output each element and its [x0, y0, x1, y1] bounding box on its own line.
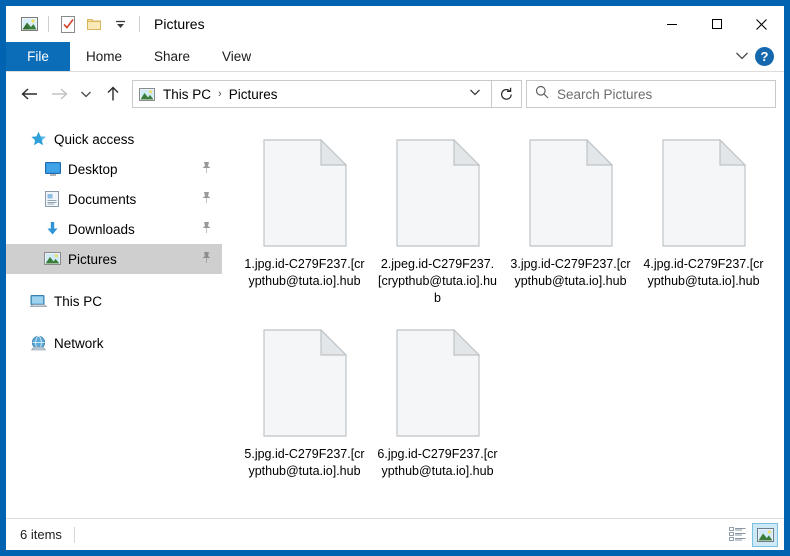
file-name-label: 4.jpg.id-C279F237.[crypthub@tuta.io].hub — [643, 257, 764, 288]
status-separator — [73, 526, 75, 543]
minimize-button[interactable] — [649, 6, 694, 42]
search-input[interactable] — [557, 86, 767, 102]
generic-file-icon — [523, 134, 619, 252]
breadcrumb-pictures-icon — [139, 87, 155, 101]
sidebar-label-documents: Documents — [68, 191, 137, 207]
pin-icon-documents[interactable] — [200, 191, 212, 207]
breadcrumb-pictures[interactable]: Pictures — [226, 87, 281, 102]
help-icon[interactable]: ? — [755, 47, 774, 66]
file-name-label: 1.jpg.id-C279F237.[crypthub@tuta.io].hub — [244, 257, 365, 288]
pin-icon-downloads[interactable] — [200, 221, 212, 237]
file-list-pane[interactable]: 1.jpg.id-C279F237.[crypthub@tuta.io].hub… — [222, 116, 784, 518]
pin-icon-pictures[interactable] — [200, 251, 212, 267]
back-button[interactable] — [14, 79, 44, 109]
generic-file-icon — [390, 134, 486, 252]
close-button[interactable] — [739, 6, 784, 42]
sidebar-item-this-pc[interactable]: This PC — [6, 286, 222, 316]
sidebar-label-downloads: Downloads — [68, 221, 135, 237]
address-bar: This PC › Pictures — [6, 72, 784, 116]
generic-file-icon — [656, 134, 752, 252]
sidebar-item-desktop[interactable]: Desktop — [6, 154, 222, 184]
quick-access-toolbar — [6, 11, 146, 37]
file-name-label: 5.jpg.id-C279F237.[crypthub@tuta.io].hub — [244, 447, 365, 478]
window-title: Pictures — [154, 16, 205, 32]
window-inner: PC risk.com — [6, 6, 784, 550]
file-explorer-window: PC risk.com — [0, 0, 790, 556]
file-item[interactable]: 1.jpg.id-C279F237.[crypthub@tuta.io].hub — [238, 128, 371, 318]
sidebar-item-network[interactable]: Network — [6, 328, 222, 358]
properties-icon[interactable] — [55, 11, 81, 37]
explorer-body: Quick access Desktop Documents Downloads… — [6, 116, 784, 518]
sidebar-item-downloads[interactable]: Downloads — [6, 214, 222, 244]
sidebar-label-quick-access: Quick access — [54, 131, 135, 147]
file-item[interactable]: 5.jpg.id-C279F237.[crypthub@tuta.io].hub — [238, 318, 371, 508]
large-icons-view-button[interactable] — [752, 522, 778, 547]
star-icon — [30, 131, 47, 148]
status-bar: 6 items — [6, 518, 784, 550]
breadcrumb-this-pc[interactable]: This PC — [160, 87, 214, 102]
navigation-pane: Quick access Desktop Documents Downloads… — [6, 116, 222, 518]
ribbon-spacer — [267, 42, 735, 71]
file-name-label: 3.jpg.id-C279F237.[crypthub@tuta.io].hub — [510, 257, 631, 288]
qat-separator-1 — [48, 16, 49, 32]
file-name-label: 6.jpg.id-C279F237.[crypthub@tuta.io].hub — [377, 447, 498, 478]
sidebar-label-desktop: Desktop — [68, 161, 118, 177]
this-pc-icon — [30, 293, 47, 310]
desktop-icon — [44, 161, 61, 178]
breadcrumb-bar[interactable]: This PC › Pictures — [132, 80, 492, 108]
file-item[interactable]: 3.jpg.id-C279F237.[crypthub@tuta.io].hub — [504, 128, 637, 318]
breadcrumb-dropdown-chevron-icon[interactable] — [461, 88, 489, 100]
picture-folder-icon[interactable] — [16, 11, 42, 37]
file-item[interactable]: 2.jpeg.id-C279F237.[crypthub@tuta.io].hu… — [371, 128, 504, 318]
sidebar-label-pictures: Pictures — [68, 251, 117, 267]
file-item[interactable]: 6.jpg.id-C279F237.[crypthub@tuta.io].hub — [371, 318, 504, 508]
generic-file-icon — [390, 324, 486, 442]
up-button[interactable] — [98, 79, 128, 109]
breadcrumb-separator-1: › — [218, 88, 222, 100]
item-count-label: 6 items — [20, 527, 62, 542]
details-view-button[interactable] — [724, 523, 750, 547]
recent-locations-chevron-icon[interactable] — [74, 79, 98, 109]
maximize-button[interactable] — [694, 6, 739, 42]
sidebar-item-pictures[interactable]: Pictures — [6, 244, 222, 274]
tab-share[interactable]: Share — [138, 42, 206, 71]
documents-icon — [44, 191, 61, 208]
forward-button[interactable] — [44, 79, 74, 109]
sidebar-label-this-pc: This PC — [54, 293, 103, 309]
sidebar-item-documents[interactable]: Documents — [6, 184, 222, 214]
customize-chevron-icon[interactable] — [107, 11, 133, 37]
file-name-label: 2.jpeg.id-C279F237.[crypthub@tuta.io].hu… — [377, 257, 497, 305]
collapse-ribbon-chevron-icon[interactable] — [735, 48, 749, 66]
tab-view[interactable]: View — [206, 42, 267, 71]
file-item[interactable]: 4.jpg.id-C279F237.[crypthub@tuta.io].hub — [637, 128, 770, 318]
ribbon-tab-bar: File Home Share View ? — [6, 42, 784, 72]
tab-home[interactable]: Home — [70, 42, 138, 71]
title-bar: Pictures — [6, 6, 784, 42]
generic-file-icon — [257, 134, 353, 252]
tab-file[interactable]: File — [6, 42, 70, 71]
pin-icon-desktop[interactable] — [200, 161, 212, 177]
generic-file-icon — [257, 324, 353, 442]
new-folder-icon[interactable] — [81, 11, 107, 37]
window-controls — [649, 6, 784, 42]
pictures-icon — [44, 251, 61, 268]
refresh-button[interactable] — [492, 80, 522, 108]
ribbon-right-controls: ? — [735, 42, 784, 71]
search-icon — [535, 85, 549, 104]
sidebar-label-network: Network — [54, 335, 104, 351]
qat-separator-2 — [139, 16, 140, 32]
search-box[interactable] — [526, 80, 776, 108]
network-icon — [30, 335, 47, 352]
downloads-icon — [44, 221, 61, 238]
sidebar-item-quick-access[interactable]: Quick access — [6, 124, 222, 154]
